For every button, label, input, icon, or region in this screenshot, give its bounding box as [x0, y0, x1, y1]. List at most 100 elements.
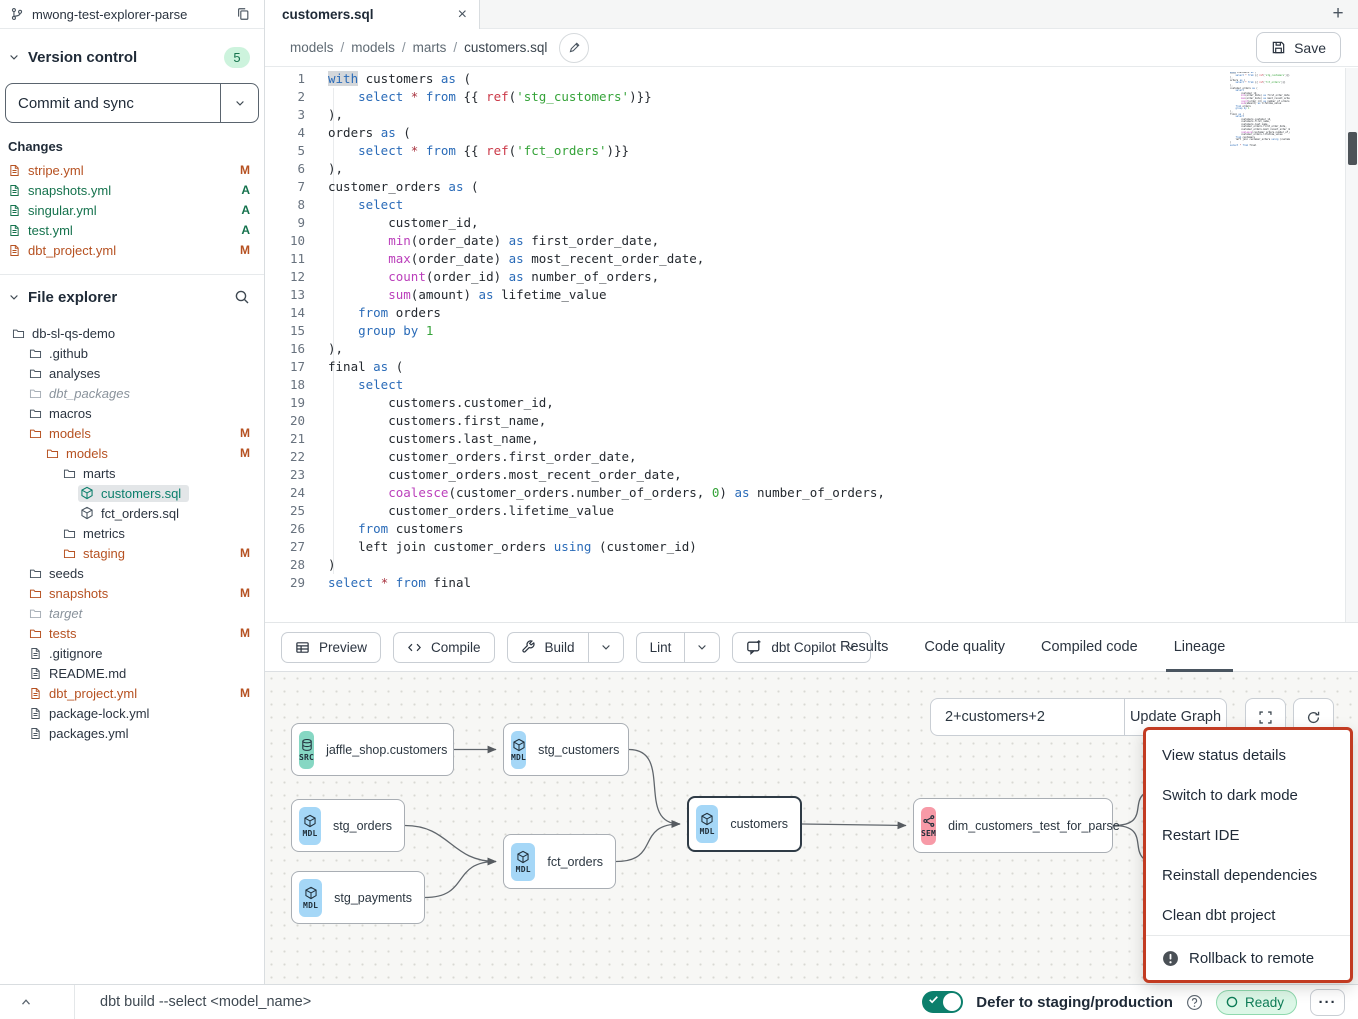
output-tab-lineage[interactable]: Lineage	[1174, 623, 1226, 671]
file-icon	[29, 687, 42, 700]
tree-item-staging[interactable]: stagingM	[0, 543, 264, 563]
save-button[interactable]: Save	[1256, 32, 1341, 63]
tree-item-db-sl-qs-demo[interactable]: db-sl-qs-demo	[0, 323, 264, 343]
tree-item-analyses[interactable]: analyses	[0, 363, 264, 383]
lineage-selector-input[interactable]: 2+customers+2	[931, 699, 1124, 735]
editor-minimap[interactable]: with customers as ( select * from {{ ref…	[1230, 72, 1290, 147]
lineage-node-dim-customers-test-for-parse[interactable]: SEMdim_customers_test_for_parse	[913, 798, 1113, 853]
change-item[interactable]: test.ymlA	[0, 220, 264, 240]
change-status: A	[241, 183, 250, 197]
scrollbar-thumb[interactable]	[1348, 132, 1357, 165]
compile-button[interactable]: Compile	[393, 632, 495, 663]
tree-item-readme-md[interactable]: README.md	[0, 663, 264, 683]
preview-button[interactable]: Preview	[281, 632, 381, 663]
output-tab-compiled-code[interactable]: Compiled code	[1041, 623, 1138, 671]
more-options-button[interactable]: ···	[1310, 989, 1345, 1016]
build-options-chevron[interactable]	[589, 632, 624, 663]
breadcrumb-segment: marts	[413, 40, 447, 55]
output-tab-code-quality[interactable]: Code quality	[924, 623, 1005, 671]
menu-item-switch-to-dark-mode[interactable]: Switch to dark mode	[1146, 775, 1350, 815]
tree-item-package-lock-yml[interactable]: package-lock.yml	[0, 703, 264, 723]
tree-item-dbt-project-yml[interactable]: dbt_project.ymlM	[0, 683, 264, 703]
lineage-edge	[425, 862, 496, 898]
lineage-node-customers[interactable]: MDLcustomers	[687, 796, 802, 852]
tree-item-status: M	[240, 586, 250, 600]
commit-and-sync-button[interactable]: Commit and sync	[5, 83, 259, 123]
code-line: customer_orders as (	[328, 178, 885, 196]
tree-item-macros[interactable]: macros	[0, 403, 264, 423]
change-item[interactable]: dbt_project.ymlM	[0, 240, 264, 260]
code-line: left join customer_orders using (custome…	[1230, 139, 1290, 142]
close-icon[interactable]: ×	[458, 7, 467, 23]
ready-label: Ready	[1245, 995, 1284, 1010]
line-number: 26	[265, 520, 305, 538]
lineage-node-stg-payments[interactable]: MDLstg_payments	[291, 871, 425, 924]
lineage-node-stg-orders[interactable]: MDLstg_orders	[291, 799, 405, 852]
model-icon	[80, 506, 94, 520]
tree-item-fct-orders-sql[interactable]: fct_orders.sql	[0, 503, 264, 523]
collapse-command-bar-button[interactable]	[0, 985, 75, 1019]
tree-item-dbt-packages[interactable]: dbt_packages	[0, 383, 264, 403]
new-tab-icon[interactable]: +	[1318, 3, 1358, 25]
lint-options-chevron[interactable]	[685, 632, 720, 663]
line-number: 25	[265, 502, 305, 520]
copy-icon[interactable]	[236, 7, 250, 21]
file-explorer-header[interactable]: File explorer	[0, 277, 264, 317]
build-button[interactable]: Build	[507, 632, 589, 663]
tree-item--github[interactable]: .github	[0, 343, 264, 363]
changes-list: stripe.ymlMsnapshots.ymlAsingular.ymlAte…	[0, 160, 264, 260]
tree-item--gitignore[interactable]: .gitignore	[0, 643, 264, 663]
node-label: dim_customers_test_for_parse	[948, 819, 1120, 833]
edit-pencil-icon[interactable]	[559, 33, 589, 63]
tree-item-marts[interactable]: marts	[0, 463, 264, 483]
lineage-node-jaffle-shop-customers[interactable]: SRCjaffle_shop.customers	[291, 723, 454, 776]
tree-item-inner: README.md	[27, 665, 134, 682]
code-line: customers.last_name,	[328, 430, 885, 448]
lineage-node-fct-orders[interactable]: MDLfct_orders	[503, 834, 616, 889]
line-number: 4	[265, 124, 305, 142]
version-control-header[interactable]: Version control 5	[0, 37, 264, 77]
tab-customers-sql[interactable]: customers.sql ×	[265, 0, 480, 29]
tree-item-inner: staging	[61, 545, 133, 562]
lineage-node-stg-customers[interactable]: MDLstg_customers	[503, 723, 629, 776]
tree-item-tests[interactable]: testsM	[0, 623, 264, 643]
menu-item-view-status-details[interactable]: View status details	[1146, 735, 1350, 775]
lint-button[interactable]: Lint	[636, 632, 686, 663]
command-input[interactable]: dbt build --select <model_name>	[100, 994, 922, 1010]
tree-item-models[interactable]: modelsM	[0, 443, 264, 463]
change-item[interactable]: snapshots.ymlA	[0, 180, 264, 200]
menu-item-clean-dbt-project[interactable]: Clean dbt project	[1146, 895, 1350, 935]
tree-item-target[interactable]: target	[0, 603, 264, 623]
tree-item-customers-sql[interactable]: customers.sql	[0, 483, 264, 503]
tree-item-models[interactable]: modelsM	[0, 423, 264, 443]
tree-item-packages-yml[interactable]: packages.yml	[0, 723, 264, 743]
commit-options-chevron[interactable]	[220, 84, 258, 122]
search-icon[interactable]	[234, 289, 250, 305]
code-line: select	[328, 376, 885, 394]
change-item[interactable]: singular.ymlA	[0, 200, 264, 220]
output-tab-results[interactable]: Results	[840, 623, 888, 671]
fullscreen-icon	[1258, 710, 1273, 725]
tree-item-snapshots[interactable]: snapshotsM	[0, 583, 264, 603]
menu-item-restart-ide[interactable]: Restart IDE	[1146, 815, 1350, 855]
tree-item-label: tests	[49, 626, 76, 641]
file-icon	[8, 184, 21, 197]
save-icon	[1271, 40, 1286, 55]
tree-item-inner: dbt_project.yml	[27, 685, 145, 702]
editor-scrollbar[interactable]	[1345, 68, 1358, 622]
tree-item-seeds[interactable]: seeds	[0, 563, 264, 583]
wrench-icon	[521, 640, 536, 655]
help-icon[interactable]	[1186, 994, 1203, 1011]
line-number: 27	[265, 538, 305, 556]
model-type-icon	[304, 886, 318, 900]
defer-toggle[interactable]	[922, 991, 963, 1013]
tree-item-label: staging	[83, 546, 125, 561]
change-item[interactable]: stripe.ymlM	[0, 160, 264, 180]
tree-item-metrics[interactable]: metrics	[0, 523, 264, 543]
lineage-edge	[802, 824, 906, 826]
menu-item-rollback-to-remote[interactable]: Rollback to remote	[1146, 936, 1350, 980]
file-icon	[8, 164, 21, 177]
code-editor[interactable]: 1234567891011121314151617181920212223242…	[265, 68, 1358, 622]
code-line: customer_id,	[328, 214, 885, 232]
menu-item-reinstall-dependencies[interactable]: Reinstall dependencies	[1146, 855, 1350, 895]
